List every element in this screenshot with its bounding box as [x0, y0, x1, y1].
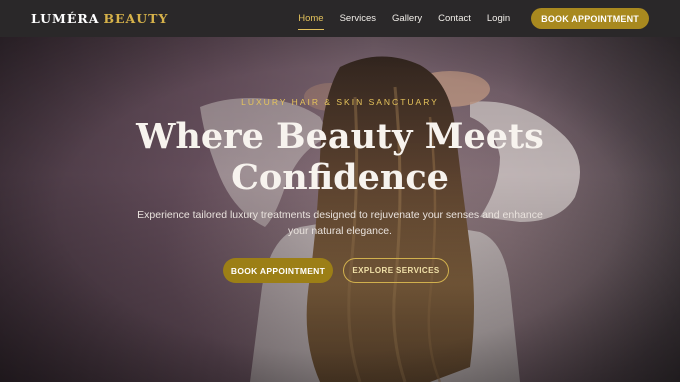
hero-eyebrow: LUXURY HAIR & SKIN SANCTUARY	[241, 97, 439, 107]
book-appointment-nav-button[interactable]: BOOK APPOINTMENT	[531, 8, 649, 29]
hero-headline-line-2: Confidence	[231, 157, 449, 198]
nav-link-home[interactable]: Home	[298, 11, 324, 30]
book-appointment-button[interactable]: BOOK APPOINTMENT	[223, 258, 333, 283]
brand-logo[interactable]: LUMÉRA BEAUTY	[31, 11, 168, 26]
explore-services-button[interactable]: EXPLORE SERVICES	[343, 258, 449, 283]
nav-links: Home Services Gallery Contact Login BOOK…	[282, 8, 649, 30]
logo-accent-word: BEAUTY	[103, 11, 169, 26]
nav-link-contact[interactable]: Contact	[438, 11, 471, 26]
nav-link-login[interactable]: Login	[487, 11, 510, 26]
hero-section: LUXURY HAIR & SKIN SANCTUARY Where Beaut…	[0, 37, 680, 382]
hero-subtext-line-2: your natural elegance.	[288, 225, 392, 237]
hero-headline: Where Beauty Meets Confidence	[0, 116, 680, 198]
logo-wordmark: LUMÉRA	[31, 11, 100, 26]
hero-headline-line-1: Where Beauty Meets	[136, 116, 544, 157]
hero-subtext: Experience tailored luxury treatments de…	[135, 207, 545, 239]
nav-link-services[interactable]: Services	[340, 11, 376, 26]
nav-link-gallery[interactable]: Gallery	[392, 11, 422, 26]
hero-subtext-line-1: Experience tailored luxury treatments de…	[137, 209, 543, 221]
top-navbar: LUMÉRA BEAUTY Home Services Gallery Conta…	[0, 0, 680, 37]
